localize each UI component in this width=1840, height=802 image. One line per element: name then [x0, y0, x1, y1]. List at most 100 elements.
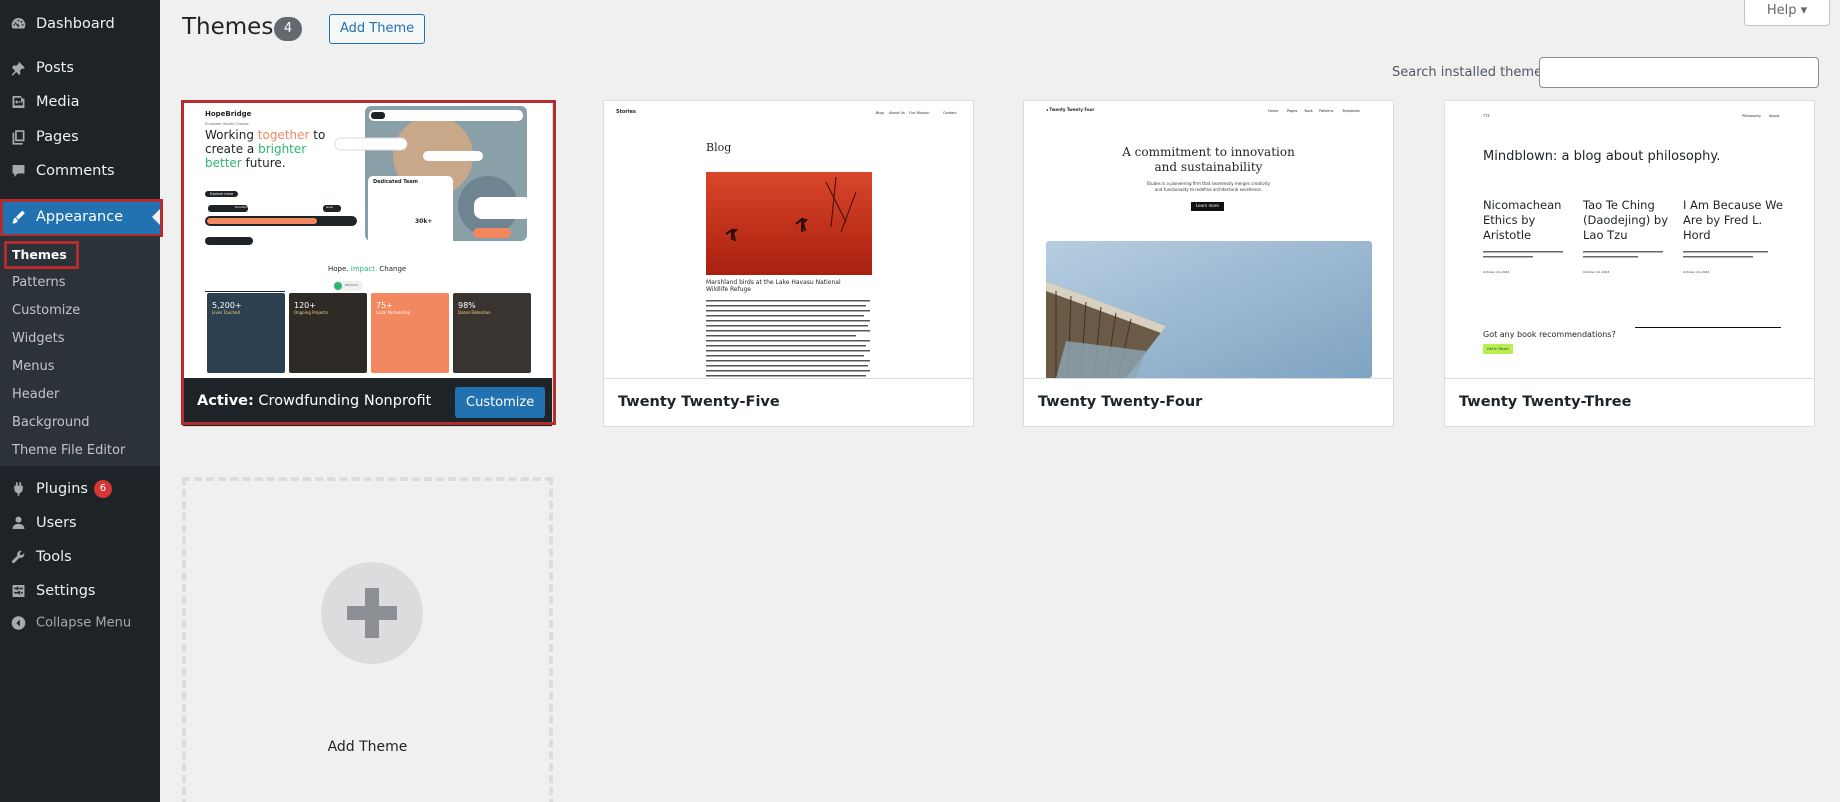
- preview-brand: Stories: [616, 109, 636, 115]
- menu-settings[interactable]: Settings: [0, 574, 160, 608]
- plus-icon: [321, 562, 423, 664]
- preview-nav-item: Patterns: [1319, 109, 1334, 113]
- preview-body-text-lines: [706, 300, 870, 377]
- text-part: Working: [205, 128, 258, 142]
- dashboard-icon: [10, 16, 27, 33]
- theme-count-badge: 4: [274, 17, 302, 41]
- preview-post-date: October 19, 2023: [1583, 270, 1610, 274]
- submenu-themes[interactable]: Themes: [12, 247, 67, 262]
- plus-bar-vertical: [365, 588, 379, 638]
- add-theme-button[interactable]: Add Theme: [329, 14, 426, 44]
- theme-name: Twenty Twenty-Four: [1038, 394, 1203, 410]
- preview-headline-line1: Working together to: [205, 128, 326, 143]
- plugin-icon: [10, 481, 27, 498]
- preview-nav-item: Templates: [1342, 109, 1360, 113]
- preview-nav-item: Tools: [1304, 109, 1313, 113]
- add-new-theme-card[interactable]: Add Theme: [182, 477, 553, 802]
- preview-brand: TT3: [1483, 114, 1490, 118]
- preview-stat-pill: Donation Received: [235, 205, 264, 209]
- preview-headline-line3: better future.: [205, 156, 286, 171]
- text-part-accent: brighter: [258, 142, 307, 156]
- active-prefix: Active:: [197, 393, 254, 409]
- collapse-menu-button[interactable]: Collapse Menu: [0, 606, 160, 640]
- theme-name-bar: Twenty Twenty-Three: [1445, 378, 1814, 426]
- media-icon: [10, 94, 27, 111]
- preview-nav-item: Our Mission: [909, 111, 930, 115]
- menu-plugins[interactable]: Plugins 6: [0, 472, 160, 506]
- preview-cta-button: Get In Touch: [1483, 344, 1513, 355]
- appearance-submenu: Themes Patterns Customize Widgets Menus …: [0, 236, 160, 466]
- preview-team-count: 30k+: [415, 218, 433, 225]
- menu-users[interactable]: Users: [0, 506, 160, 540]
- submenu-header[interactable]: Header: [12, 387, 59, 402]
- preview-cta-heading: Got any book recommendations?: [1483, 330, 1616, 339]
- preview-post-title-l1: Tao Te Ching: [1583, 198, 1655, 212]
- submenu-widgets[interactable]: Widgets: [12, 331, 65, 346]
- preview-excerpt-lines: [1483, 251, 1768, 258]
- customize-button[interactable]: Customize: [455, 387, 546, 418]
- theme-screenshot[interactable]: ◂ Twenty Twenty Four Home Pages Tools Pa…: [1024, 101, 1393, 378]
- submenu-menus[interactable]: Menus: [12, 359, 54, 374]
- menu-media[interactable]: Media: [0, 85, 160, 119]
- menu-appearance[interactable]: Appearance: [0, 199, 160, 235]
- help-label: Help: [1766, 3, 1797, 18]
- preview-kicker: Empower Hearts Change: [205, 122, 249, 126]
- preview-heading: Blog: [706, 141, 732, 154]
- preview-architecture-image: [1046, 241, 1372, 378]
- preview-stat-label: Lives Touched: [212, 310, 241, 315]
- theme-screenshot[interactable]: Stories Blog About Us Our Mission Contac…: [604, 101, 973, 378]
- preview-brand: ◂ Twenty Twenty Four: [1046, 107, 1094, 113]
- add-new-theme-label: Add Theme: [327, 739, 408, 755]
- text-part-accent: together: [257, 128, 310, 142]
- help-tab-button[interactable]: Help ▾: [1744, 0, 1830, 26]
- preview-headline-line2: create a brighter: [205, 142, 307, 157]
- preview-nav-item: Contact: [943, 111, 957, 115]
- preview-nav-item: About Us: [889, 111, 905, 115]
- text-part: to: [309, 128, 326, 142]
- menu-posts[interactable]: Posts: [0, 51, 160, 85]
- current-indicator: [152, 209, 160, 225]
- text-part: Change: [379, 265, 407, 273]
- preview-stat-value: 98%: [458, 301, 476, 310]
- preview-nav-item: Home: [1268, 109, 1279, 113]
- submenu-patterns[interactable]: Patterns: [12, 275, 66, 290]
- preview-stat-value: 75+: [376, 301, 393, 310]
- preview-post-title-l1: Nicomachean: [1483, 198, 1562, 212]
- text-part: future.: [241, 156, 286, 170]
- admin-sidebar: Dashboard Posts Media Pages Comments App…: [0, 0, 163, 802]
- menu-comments[interactable]: Comments: [0, 154, 160, 188]
- menu-dashboard[interactable]: Dashboard: [0, 7, 160, 41]
- preview-post-title-l2: Are by Fred L.: [1683, 213, 1763, 227]
- theme-screenshot[interactable]: TT3 Philosophy About Mindblown: a blog a…: [1445, 101, 1814, 378]
- page-title: Themes: [182, 14, 274, 40]
- preview-logo: HopeBridge: [205, 110, 252, 118]
- menu-label: Pages: [36, 129, 79, 145]
- submenu-background[interactable]: Background: [12, 415, 90, 430]
- theme-card-active[interactable]: HopeBridge Empower Hearts Change Working…: [182, 100, 553, 427]
- collapse-label: Collapse Menu: [36, 615, 132, 631]
- menu-tools[interactable]: Tools: [0, 540, 160, 574]
- preview-nav-item: Philosophy: [1742, 114, 1761, 118]
- theme-card[interactable]: Stories Blog About Us Our Mission Contac…: [603, 100, 974, 427]
- submenu-theme-file-editor[interactable]: Theme File Editor: [12, 443, 125, 458]
- theme-card[interactable]: ◂ Twenty Twenty Four Home Pages Tools Pa…: [1023, 100, 1394, 427]
- text-part: create a: [205, 142, 259, 156]
- theme-name-bar: Active: Crowdfunding Nonprofit Customize: [183, 378, 552, 426]
- text-part: Hope.: [328, 265, 351, 273]
- theme-name-text: Crowdfunding Nonprofit: [258, 393, 432, 409]
- preview-tagline: Hope. Impact. Change: [328, 265, 406, 273]
- collapse-icon: [10, 615, 27, 632]
- text-part-accent: better: [205, 156, 242, 170]
- preview-card-title: Dedicated Team: [373, 179, 418, 185]
- theme-name-bar: Twenty Twenty-Five: [604, 378, 973, 426]
- preview-nav-item: Pages: [1287, 109, 1298, 113]
- theme-card[interactable]: TT3 Philosophy About Mindblown: a blog a…: [1444, 100, 1815, 427]
- submenu-customize[interactable]: Customize: [12, 303, 80, 318]
- menu-label: Media: [36, 94, 80, 110]
- search-input[interactable]: [1539, 57, 1819, 88]
- theme-screenshot[interactable]: HopeBridge Empower Hearts Change Working…: [183, 101, 552, 378]
- preview-post-date: October 19, 2023: [1683, 270, 1710, 274]
- menu-label: Plugins 6: [36, 480, 112, 498]
- menu-pages[interactable]: Pages: [0, 120, 160, 154]
- preview-stat-pill: Goal: [326, 205, 333, 209]
